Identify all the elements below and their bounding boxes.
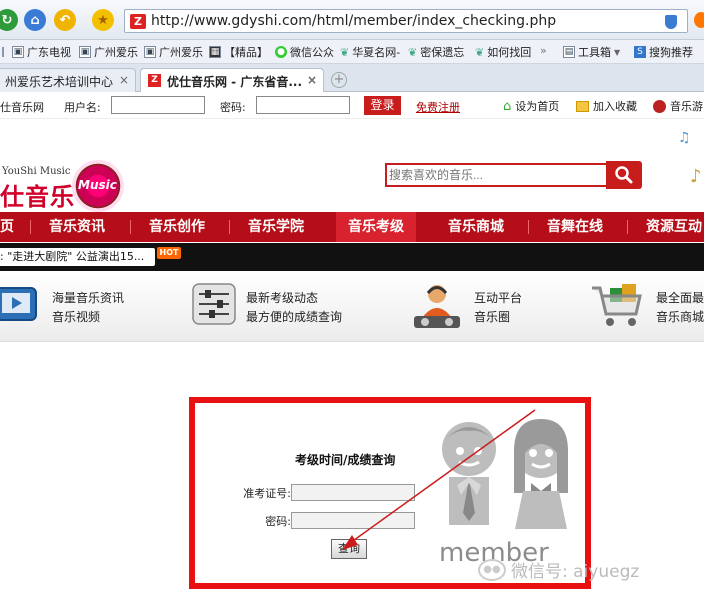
password-label: 密码:: [220, 101, 246, 114]
password-input[interactable]: [256, 96, 350, 114]
nav-divider: [627, 220, 628, 234]
browser-toolbar: ↻ ⌂ ↶ ★ Z http://www.gdyshi.com/html/mem…: [0, 0, 704, 40]
nav-item-online[interactable]: 音舞在线: [547, 212, 603, 242]
feature-mall[interactable]: 最全面最 音乐商城: [656, 289, 704, 327]
favorite-item[interactable]: S 搜狗推荐: [634, 44, 693, 60]
tab-inactive[interactable]: 州爱乐艺术培训中心 ×: [0, 68, 136, 92]
nav-item-academy[interactable]: 音乐学院: [248, 212, 304, 242]
nav-item-exam[interactable]: 音乐考级: [336, 212, 416, 242]
home-icon[interactable]: ⌂: [24, 9, 46, 31]
set-home-link[interactable]: ⌂ 设为首页: [503, 98, 559, 114]
favorites-bar: ▣ 广东电视 ▣ 广州爱乐 ▣ 广州爱乐 ▦ 【精品】 ● 微信公众 ❦ 华夏名网- ❦ 密保…: [0, 40, 704, 64]
site-favicon-icon: Z: [130, 14, 146, 29]
sprout-icon: ❦: [408, 45, 418, 59]
undo-icon[interactable]: ↶: [54, 9, 76, 31]
wechat-watermark: ●● 微信号: aiyuegz: [478, 557, 639, 582]
favorite-item[interactable]: ▣ 广州爱乐: [79, 44, 138, 60]
nav-item-news[interactable]: 音乐资讯: [49, 212, 105, 242]
shopping-cart-icon[interactable]: [590, 280, 646, 332]
tab-active[interactable]: Z 优仕音乐网 - 广东省音... ×: [140, 68, 324, 92]
ticket-number-label: 准考证号:: [243, 487, 291, 500]
search-box[interactable]: [385, 163, 608, 187]
site-favicon-icon: Z: [148, 74, 161, 87]
nav-item-home[interactable]: 页: [0, 212, 14, 242]
site-name: 仕音乐网: [0, 101, 44, 114]
favorite-item[interactable]: ❦ 华夏名网-: [340, 44, 400, 60]
mixer-icon[interactable]: [191, 280, 237, 328]
query-password-label: 密码:: [265, 515, 291, 528]
feature-news[interactable]: 海量音乐资讯 音乐视频: [52, 289, 124, 327]
favorite-item[interactable]: ● 微信公众: [275, 44, 334, 60]
music-ball-icon: [653, 99, 666, 113]
annotation-arrow: [342, 409, 536, 550]
music-logo-icon[interactable]: Music: [72, 160, 124, 212]
feature-community[interactable]: 互动平台 音乐圈: [474, 289, 522, 327]
nav-divider: [130, 220, 131, 234]
site-header: ♫ Music YouShi Music 仕音乐 ♪: [0, 120, 704, 212]
more-chevron-icon[interactable]: »: [540, 44, 547, 57]
add-favorite-link[interactable]: 加入收藏: [576, 98, 637, 114]
music-game-link[interactable]: 音乐游: [653, 98, 703, 114]
page-icon: ▣: [12, 46, 24, 58]
hot-badge: HOT: [157, 247, 181, 259]
grid-icon: ▦: [209, 46, 221, 58]
page-icon: ▣: [144, 46, 156, 58]
dj-icon[interactable]: [410, 280, 464, 332]
address-bar[interactable]: Z http://www.gdyshi.com/html/member/inde…: [124, 9, 688, 33]
favorite-item[interactable]: ▣ 广东电视: [12, 44, 71, 60]
sprout-icon: ❦: [340, 45, 350, 59]
logo-english: YouShi Music: [2, 166, 71, 177]
search-input[interactable]: [387, 165, 606, 185]
bar-grip: [2, 47, 4, 57]
wechat-icon: ●●: [478, 558, 506, 581]
favorite-item[interactable]: ▦ 【精品】: [209, 44, 268, 60]
toolbox-button[interactable]: ▤ 工具箱 ▼: [563, 44, 620, 60]
favorite-item[interactable]: ❦ 密保遗忘: [408, 44, 464, 60]
sogou-icon: S: [634, 46, 646, 58]
username-input[interactable]: [111, 96, 205, 114]
favorite-item[interactable]: ▣ 广州爱乐: [144, 44, 203, 60]
dropdown-arrow-icon: ▼: [614, 47, 621, 57]
browser-logo-icon[interactable]: [694, 12, 704, 28]
video-player-icon[interactable]: [0, 280, 40, 328]
wechat-icon: ●: [275, 46, 287, 58]
page-icon: ▣: [79, 46, 91, 58]
nav-item-creation[interactable]: 音乐创作: [149, 212, 205, 242]
search-icon: [615, 166, 633, 184]
nav-divider: [30, 220, 31, 234]
address-url[interactable]: http://www.gdyshi.com/html/member/index_…: [151, 13, 556, 29]
shield-icon[interactable]: [665, 15, 677, 29]
sprout-icon: ❦: [475, 45, 485, 59]
nav-divider: [528, 220, 529, 234]
favorite-item[interactable]: ❦ 如何找回: [475, 44, 531, 60]
ticker-text[interactable]: : "走进大剧院" 公益演出15...: [0, 248, 155, 266]
feature-strip: 海量音乐资讯 音乐视频 最新考级动态 最方便的成绩查询 互动平台 音乐圈 最全面…: [0, 272, 704, 342]
home-icon: ⌂: [503, 98, 512, 114]
star-icon[interactable]: ★: [92, 9, 114, 31]
refresh-icon[interactable]: ↻: [0, 9, 18, 31]
news-ticker: : "走进大剧院" 公益演出15... HOT: [0, 243, 704, 271]
close-icon[interactable]: ×: [119, 73, 129, 87]
music-note-icon: ♪: [690, 166, 702, 187]
feature-exam[interactable]: 最新考级动态 最方便的成绩查询: [246, 289, 342, 327]
nav-item-mall[interactable]: 音乐商城: [448, 212, 504, 242]
site-login-bar: 仕音乐网 用户名: 密码: 登录 免费注册 ⌂ 设为首页 加入收藏 音乐游: [0, 92, 704, 119]
login-button[interactable]: 登录: [364, 96, 401, 115]
register-link[interactable]: 免费注册: [416, 99, 460, 115]
main-nav: 页 音乐资讯 音乐创作 音乐学院 音乐考级 音乐商城 音舞在线 资源互动: [0, 212, 704, 242]
username-label: 用户名:: [64, 101, 101, 114]
tab-bar: 州爱乐艺术培训中心 × Z 优仕音乐网 - 广东省音... × +: [0, 64, 704, 92]
toolbox-icon: ▤: [563, 46, 575, 58]
logo-chinese[interactable]: 仕音乐: [0, 177, 75, 212]
nav-divider: [229, 220, 230, 234]
close-icon[interactable]: ×: [307, 73, 317, 87]
folder-icon: [576, 100, 589, 112]
new-tab-icon[interactable]: +: [331, 72, 347, 88]
music-note-icon: ♫: [678, 130, 691, 146]
nav-item-resources[interactable]: 资源互动: [646, 212, 702, 242]
search-button[interactable]: [606, 161, 642, 189]
